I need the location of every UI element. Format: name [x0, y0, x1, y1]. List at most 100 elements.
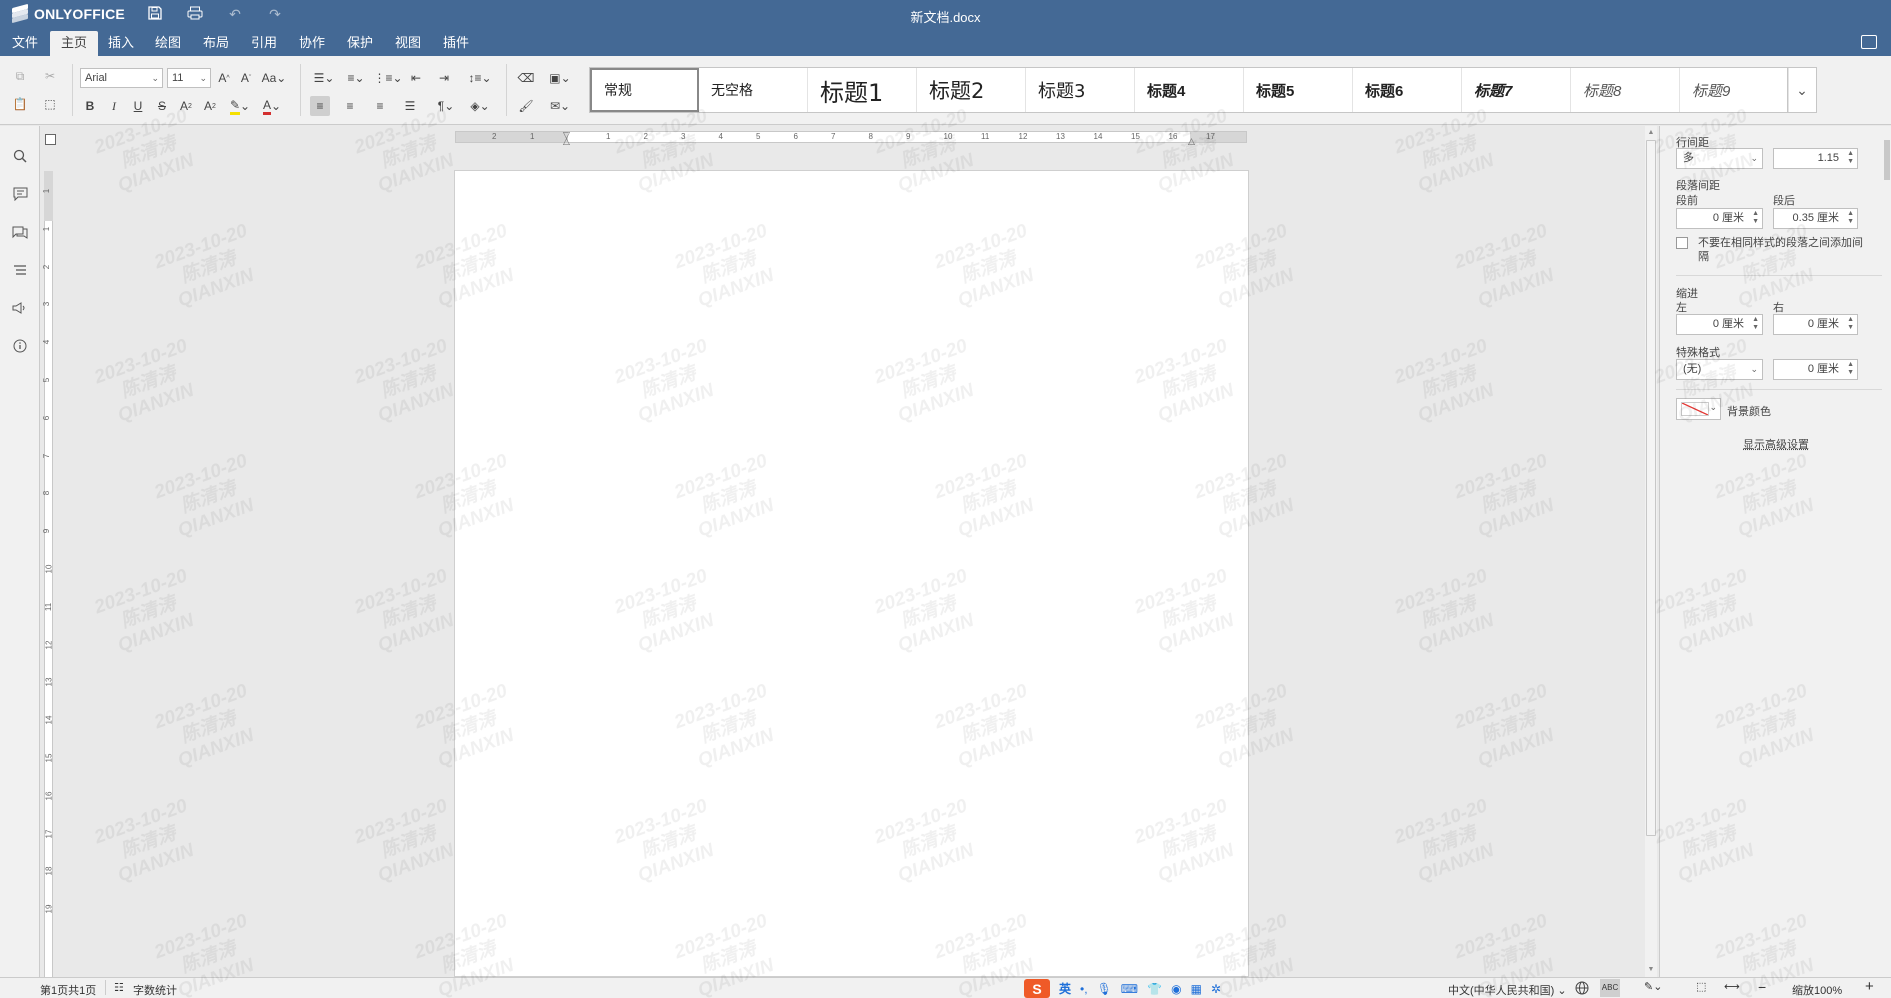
font-size-select[interactable]: 11 ⌄	[167, 68, 211, 88]
special-amount-input[interactable]: 0 厘米 ▲ ▼	[1773, 359, 1858, 380]
style-heading7[interactable]: 标题7	[1462, 68, 1571, 112]
spacing-before-input[interactable]: 0 厘米 ▲ ▼	[1676, 208, 1763, 229]
open-file-location-icon[interactable]	[1861, 35, 1877, 49]
highlight-color-icon[interactable]: ✎ ⌄	[226, 96, 254, 116]
spinner-icon[interactable]: ▲ ▼	[1847, 316, 1854, 332]
style-heading8[interactable]: 标题8	[1571, 68, 1680, 112]
toolbox-icon[interactable]: ▦	[1191, 982, 1202, 996]
increase-font-icon[interactable]: A ^	[214, 68, 234, 88]
search-icon[interactable]	[10, 146, 30, 166]
copy-icon[interactable]: ⧉	[10, 66, 30, 86]
word-count-icon[interactable]: ☷	[114, 981, 124, 994]
copy-style-icon[interactable]: 🖌	[516, 96, 536, 116]
superscript-icon[interactable]: A2	[176, 96, 196, 116]
multilevel-list-icon[interactable]: ⋮≡⌄	[374, 68, 402, 88]
track-changes-icon[interactable]: ✎⌄	[1644, 980, 1662, 993]
feedback-icon[interactable]	[10, 298, 30, 318]
page-info[interactable]: 第1页共1页	[40, 982, 96, 998]
tab-protection[interactable]: 保护	[336, 31, 384, 56]
tab-layout[interactable]: 布局	[192, 31, 240, 56]
skin-icon[interactable]: 👕	[1147, 982, 1162, 996]
tab-stop-selector-icon[interactable]	[45, 134, 56, 145]
tab-home[interactable]: 主页	[50, 31, 98, 56]
indent-right-input[interactable]: 0 厘米 ▲ ▼	[1773, 314, 1858, 335]
shading-icon[interactable]: ◈⌄	[466, 96, 494, 116]
style-normal[interactable]: 常规	[590, 68, 699, 112]
columns-icon[interactable]: ▣⌄	[546, 68, 574, 88]
italic-icon[interactable]: I	[104, 96, 124, 116]
special-format-select[interactable]: (无) ⌄	[1676, 359, 1763, 380]
clear-style-icon[interactable]: ⌫	[516, 68, 536, 88]
spinner-icon[interactable]: ▲ ▼	[1847, 150, 1854, 166]
style-heading6[interactable]: 标题6	[1353, 68, 1462, 112]
style-heading9[interactable]: 标题9	[1680, 68, 1789, 112]
style-heading2[interactable]: 标题2	[917, 68, 1026, 112]
paste-icon[interactable]: 📋	[10, 94, 30, 114]
zoom-in-icon[interactable]: +	[1865, 978, 1874, 995]
zoom-out-icon[interactable]: −	[1758, 979, 1766, 995]
line-spacing-type-select[interactable]: 多 ⌄	[1676, 148, 1763, 169]
navigation-icon[interactable]	[10, 260, 30, 280]
tab-plugins[interactable]: 插件	[432, 31, 480, 56]
spellcheck-icon[interactable]: ABC	[1600, 979, 1620, 997]
bold-icon[interactable]: B	[80, 96, 100, 116]
tab-collaboration[interactable]: 协作	[288, 31, 336, 56]
spacing-after-input[interactable]: 0.35 厘米 ▲ ▼	[1773, 208, 1858, 229]
bullet-list-icon[interactable]: ☰⌄	[310, 68, 338, 88]
ime-settings-icon[interactable]: ✲	[1211, 982, 1221, 996]
punctuation-icon[interactable]: •,	[1080, 982, 1088, 996]
spinner-icon[interactable]: ▲ ▼	[1847, 361, 1854, 377]
spinner-icon[interactable]: ▲ ▼	[1752, 316, 1759, 332]
doc-language-icon[interactable]	[1575, 981, 1589, 998]
decrease-font-icon[interactable]: Aˇ	[236, 68, 256, 88]
underline-icon[interactable]: U	[128, 96, 148, 116]
right-indent-marker-icon[interactable]: △	[1188, 136, 1195, 147]
zoom-level[interactable]: 缩放100%	[1792, 982, 1842, 998]
assistant-icon[interactable]: ◉	[1171, 982, 1181, 996]
about-icon[interactable]	[10, 336, 30, 356]
style-heading1[interactable]: 标题1	[808, 68, 917, 112]
comments-icon[interactable]	[10, 184, 30, 204]
document-scrollbar[interactable]: ▲ ▼	[1645, 126, 1657, 977]
style-heading4[interactable]: 标题4	[1135, 68, 1244, 112]
tab-references[interactable]: 引用	[240, 31, 288, 56]
tab-view[interactable]: 视图	[384, 31, 432, 56]
background-color-button[interactable]: ⌄	[1676, 398, 1721, 420]
sogou-ime-icon[interactable]: S	[1024, 979, 1050, 998]
style-no-spacing[interactable]: 无空格	[699, 68, 808, 112]
line-spacing-icon[interactable]: ↕≡⌄	[466, 68, 494, 88]
panel-scrollbar-thumb[interactable]	[1884, 140, 1890, 180]
style-heading5[interactable]: 标题5	[1244, 68, 1353, 112]
horizontal-ruler[interactable]: 2 1 1 2 3 4 5 6 7 8 9 10 11 12 13 14 15 16 17 ▽ △ △	[455, 131, 1247, 143]
microphone-icon[interactable]: 🎙	[1097, 982, 1112, 996]
mail-merge-icon[interactable]: ✉⌄	[546, 96, 574, 116]
scrollbar-thumb[interactable]	[1646, 140, 1656, 836]
tab-insert[interactable]: 插入	[97, 31, 145, 56]
keyboard-icon[interactable]: ⌨	[1121, 982, 1138, 996]
justify-icon[interactable]: ☰	[400, 96, 420, 116]
scroll-down-icon[interactable]: ▼	[1646, 965, 1656, 975]
chat-icon[interactable]	[10, 222, 30, 242]
decrease-indent-icon[interactable]: ⇤	[406, 68, 426, 88]
change-case-icon[interactable]: Aa⌄	[260, 68, 288, 88]
spinner-icon[interactable]: ▲ ▼	[1752, 210, 1759, 226]
document-page[interactable]	[454, 170, 1249, 977]
strikethrough-icon[interactable]: S	[152, 96, 172, 116]
increase-indent-icon[interactable]: ⇥	[434, 68, 454, 88]
align-left-icon[interactable]: ≡	[310, 96, 330, 116]
tab-draw[interactable]: 绘图	[144, 31, 192, 56]
advanced-settings-link[interactable]: 显示高级设置	[1660, 436, 1891, 452]
left-indent-marker-icon[interactable]: △	[563, 136, 570, 147]
align-right-icon[interactable]: ≡	[370, 96, 390, 116]
vertical-ruler[interactable]: 1 1 2 3 4 5 6 7 8 9 10 11 12 13 14 15 16 17 18 19	[41, 126, 57, 977]
styles-expand-icon[interactable]: ⌄	[1787, 68, 1816, 112]
ime-language-toggle[interactable]: 英	[1059, 980, 1071, 997]
select-all-icon[interactable]: ⬚	[40, 94, 60, 114]
numbered-list-icon[interactable]: ≡⌄	[342, 68, 370, 88]
indent-left-input[interactable]: 0 厘米 ▲ ▼	[1676, 314, 1763, 335]
subscript-icon[interactable]: A2	[200, 96, 220, 116]
word-count-button[interactable]: 字数统计	[133, 982, 177, 998]
fit-page-icon[interactable]: ⬚	[1696, 980, 1706, 993]
font-color-icon[interactable]: A ⌄	[258, 96, 286, 116]
style-heading3[interactable]: 标题3	[1026, 68, 1135, 112]
